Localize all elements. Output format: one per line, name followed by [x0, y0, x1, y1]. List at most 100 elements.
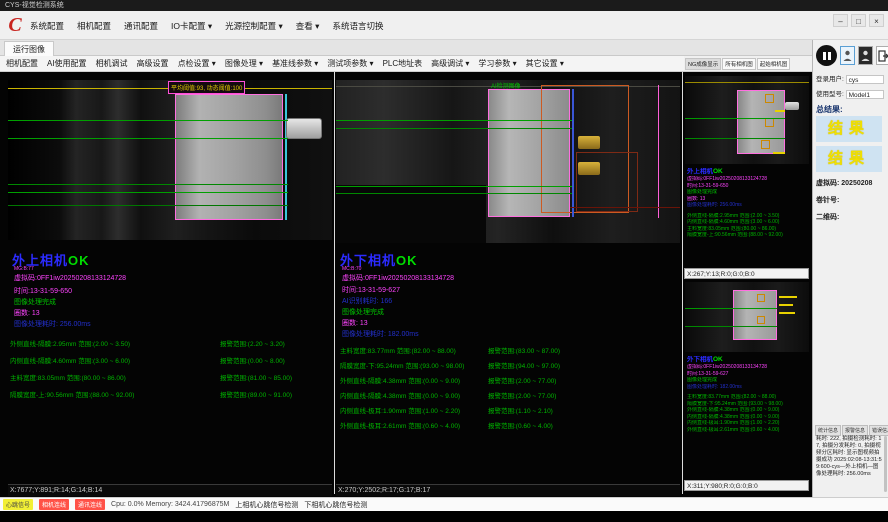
overlay-magenta-line — [658, 85, 659, 218]
tool-test-params[interactable]: 测试项参数 ▾ — [327, 58, 373, 69]
preview-top-image[interactable] — [685, 76, 809, 164]
center-virtual-code: 虚拟码:0FF1iw20250208133134728 — [342, 273, 454, 283]
menu-camera-config[interactable]: 相机配置 — [77, 20, 111, 32]
tab-ng-display[interactable]: NG成像显示 — [685, 58, 721, 70]
menu-view[interactable]: 查看 ▾ — [296, 20, 320, 32]
left-pixel-coords: X:7677;Y:891;R:14;G:14;B:14 — [8, 484, 332, 496]
overlay-green-line — [8, 184, 288, 185]
preview-camera-title: 外上相机OK — [687, 168, 809, 176]
measurement-row: 外侧直线-隔膜:2.95mm 范围:(2.00 ~ 3.50) 报警范围:(2.… — [10, 338, 130, 348]
tab-highlight — [578, 162, 600, 175]
preview-top-text: 外上相机OK 虚拟码:0FF1iw20250208133124728 时间:13… — [687, 168, 809, 268]
menu-comm-config[interactable]: 通讯配置 — [124, 20, 158, 32]
tab-all-cameras[interactable]: 所有相机图 — [722, 58, 756, 70]
panel-divider — [682, 72, 683, 494]
operator-button[interactable] — [858, 46, 873, 65]
info-tabs: 统计信息 报警信息 错误信息 — [815, 425, 888, 436]
left-process-done: 图像处理完成 — [14, 297, 56, 307]
top-camera-heartbeat-link[interactable]: 上相机心跳信号检测 — [235, 500, 298, 510]
tab-error-info[interactable]: 错误信息 — [869, 425, 888, 436]
overlay-yellow-mark — [779, 296, 797, 298]
target-box — [761, 140, 770, 149]
qrcode-label: 二维码: — [816, 212, 839, 222]
pause-button[interactable] — [816, 45, 837, 66]
tab-run-image[interactable]: 运行图像 — [4, 41, 54, 56]
measurement-row: 主料宽度:83.05mm 范围:(80.00 ~ 86.00) 报警范围:(81… — [10, 372, 126, 382]
tab-alarm-info[interactable]: 报警信息 — [842, 425, 868, 436]
tab-start-camera[interactable]: 起始相机图 — [757, 58, 791, 70]
tab-stats-info[interactable]: 统计信息 — [815, 425, 841, 436]
stats-text: 耗时: 222, 拍摄检测耗时: 17, 拍摄分发耗时: 0, 拍摄视频分区耗时… — [816, 436, 882, 478]
toolbar: 相机配置 AI使用配置 相机调试 高级设置 点检设置 ▾ 图像处理 ▾ 基准线参… — [0, 56, 684, 72]
tool-advanced-settings[interactable]: 高级设置 — [137, 58, 169, 69]
preview-bottom-text: 外下相机OK 虚拟码:0FF1iw20250208133134728 时间:13… — [687, 356, 809, 476]
bottom-filler — [0, 511, 888, 522]
roi-box — [576, 152, 638, 212]
overlay-green-line — [8, 120, 288, 121]
overlay-green-line — [8, 205, 288, 206]
exit-button[interactable] — [876, 46, 888, 65]
tool-ai-usage-config[interactable]: AI使用配置 — [47, 58, 87, 69]
preview-bottom-image[interactable] — [685, 282, 809, 352]
menu-io-config[interactable]: IO卡配置 ▾ — [171, 20, 212, 32]
overlay-green-line — [336, 186, 572, 187]
app-window: CYS-视觉检测系统 C 系统配置 相机配置 通讯配置 IO卡配置 ▾ 光源控制… — [0, 0, 888, 522]
login-user-label: 登录用户: — [816, 76, 844, 83]
measurement-row: 内侧直线-隔膜:4.38mm 范围:(0.00 ~ 9.00) 报警范围:(2.… — [340, 390, 460, 400]
model-row: 使用型号: Model1 — [816, 88, 884, 99]
overlay-green-line — [685, 308, 777, 309]
window-titlebar: CYS-视觉检测系统 — [0, 0, 888, 11]
overlay-cyan-line — [285, 94, 287, 220]
menu-language-switch[interactable]: 系统语言切换 — [332, 20, 383, 32]
measurement-row: 内侧直线-极耳:1.90mm 范围:(1.00 ~ 2.20) 报警范围:(1.… — [340, 405, 460, 415]
comm-link-badge: 通讯连线 — [75, 499, 105, 510]
minimize-button[interactable]: – — [833, 14, 848, 27]
target-box — [757, 316, 765, 324]
model-field[interactable]: Model1 — [846, 90, 884, 99]
exit-door-icon — [878, 50, 888, 62]
total-result-label: 总结果: — [816, 104, 843, 115]
user-login-button[interactable] — [840, 46, 855, 65]
left-timestamp: 时间:13-31-59-650 — [14, 286, 72, 296]
menu-light-config[interactable]: 光源控制配置 ▾ — [225, 20, 283, 32]
target-box — [757, 294, 765, 302]
tool-advanced-debug[interactable]: 高级调试 ▾ — [431, 58, 469, 69]
center-camera-image[interactable]: AI检测图像 — [336, 80, 680, 243]
stats-scrollbar[interactable] — [884, 436, 887, 492]
tabstrip: 运行图像 — [0, 40, 812, 56]
window-title: CYS-视觉检测系统 — [5, 2, 64, 9]
overlay-green-line — [336, 120, 572, 121]
preview-top-coords: X:267;Y:13;R:0;G:0;B:0 — [684, 268, 809, 279]
target-box — [765, 94, 774, 103]
overlay-darkred-line — [570, 207, 680, 208]
menubar: C 系统配置 相机配置 通讯配置 IO卡配置 ▾ 光源控制配置 ▾ 查看 ▾ 系… — [0, 11, 888, 40]
left-camera-image[interactable]: 平均阈值:93, 动态阈值:100 — [8, 80, 332, 240]
preview-camera-title: 外下相机OK — [687, 356, 809, 364]
bottom-camera-heartbeat-link[interactable]: 下相机心跳信号检测 — [304, 500, 367, 510]
result-box-1: 结果 — [816, 116, 882, 142]
overlay-green-line — [8, 138, 288, 139]
tool-camera-debug[interactable]: 相机调试 — [96, 58, 128, 69]
tool-learn-params[interactable]: 学习参数 ▾ — [478, 58, 516, 69]
overlay-green-line — [685, 326, 777, 327]
login-user-field[interactable]: cys — [846, 75, 884, 84]
measurement-row: 外侧直线-隔膜:4.38mm 范围:(0.00 ~ 9.00) 报警范围:(2.… — [340, 375, 460, 385]
close-button[interactable]: × — [869, 14, 884, 27]
product-region-box — [733, 290, 777, 340]
left-camera-panel: 平均阈值:93, 动态阈值:100 外上相机OK MG:B:77 虚拟码:0FF… — [8, 72, 334, 497]
center-camera-panel: AI检测图像 外下相机OK MC:B:70 虚拟码:0FF1iw20250208… — [336, 72, 682, 497]
tool-plc-address[interactable]: PLC地址表 — [383, 58, 423, 69]
login-user-row: 登录用户: cys — [816, 73, 884, 84]
tool-baseline-params[interactable]: 基准线参数 ▾ — [272, 58, 318, 69]
menu-items: 系统配置 相机配置 通讯配置 IO卡配置 ▾ 光源控制配置 ▾ 查看 ▾ 系统语… — [30, 11, 383, 40]
center-process-done: 图像处理完成 — [342, 307, 384, 317]
measurement-row: 外侧直线-极耳:2.61mm 范围:(0.60 ~ 4.00) 报警范围:(0.… — [340, 420, 460, 430]
tool-image-processing[interactable]: 图像处理 ▾ — [225, 58, 263, 69]
menu-system-config[interactable]: 系统配置 — [30, 20, 64, 32]
tool-other-settings[interactable]: 其它设置 ▾ — [526, 58, 564, 69]
tool-camera-config[interactable]: 相机配置 — [6, 58, 38, 69]
tool-spot-check[interactable]: 点检设置 ▾ — [178, 58, 216, 69]
operator-icon — [861, 50, 870, 62]
maximize-button[interactable]: □ — [851, 14, 866, 27]
tab-connector-shape — [286, 118, 322, 139]
